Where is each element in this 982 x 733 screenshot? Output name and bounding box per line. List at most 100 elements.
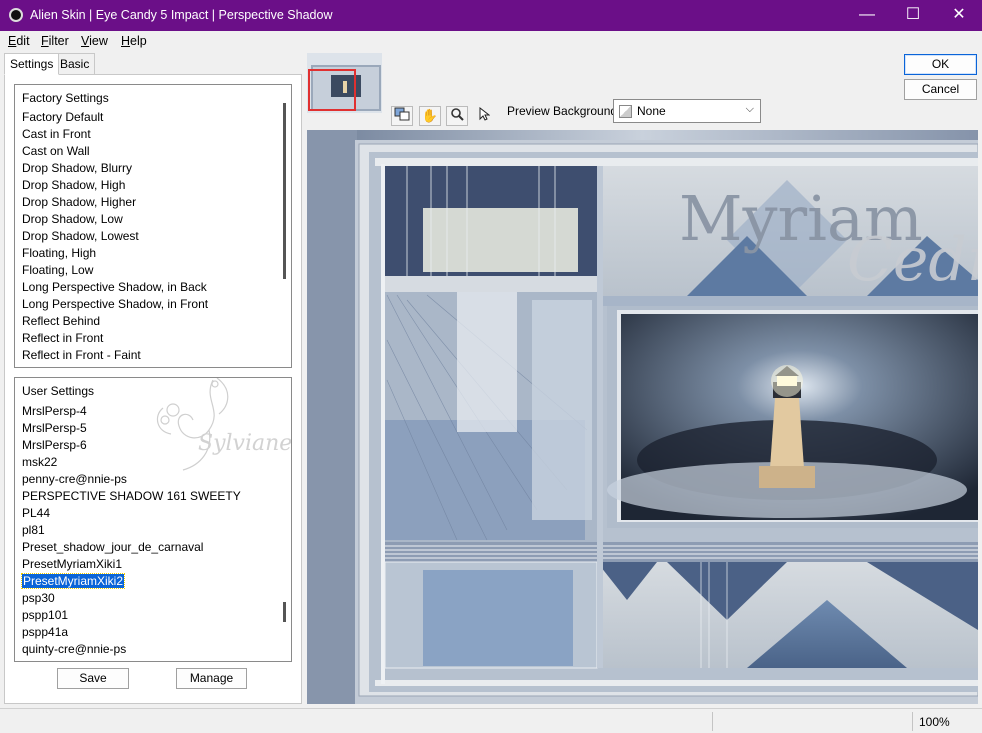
factory-setting-item[interactable]: Factory Default	[22, 109, 208, 126]
factory-setting-label: Reflect Behind	[22, 314, 101, 328]
user-setting-label: PresetMyriamXiki1	[22, 557, 123, 571]
factory-setting-label: Drop Shadow, Blurry	[22, 161, 133, 175]
status-separator	[912, 712, 913, 731]
user-setting-label: pspp41a	[22, 625, 69, 639]
factory-setting-label: Drop Shadow, High	[22, 178, 126, 192]
menu-help-label: elp	[130, 34, 147, 48]
zoom-level: 100%	[919, 715, 950, 729]
user-setting-label: PL44	[22, 506, 51, 520]
factory-setting-label: Long Perspective Shadow, in Front	[22, 297, 209, 311]
factory-settings-list[interactable]: Factory Settings Factory Default Cast in …	[14, 84, 292, 368]
factory-setting-item[interactable]: Drop Shadow, Lowest	[22, 228, 208, 245]
user-settings-header: User Settings	[22, 384, 95, 398]
effect-preview-canvas[interactable]: Myriam Cedro	[307, 130, 978, 704]
user-setting-label: MrslPersp-6	[22, 438, 87, 452]
hand-icon: ✋	[421, 108, 439, 123]
factory-setting-item[interactable]: Cast on Wall	[22, 143, 208, 160]
user-setting-item[interactable]: pspp41a	[22, 624, 241, 641]
factory-setting-label: Drop Shadow, Higher	[22, 195, 137, 209]
factory-setting-item[interactable]: Drop Shadow, High	[22, 177, 208, 194]
menu-filter[interactable]: Filter	[41, 34, 69, 48]
factory-setting-label: Floating, High	[22, 246, 97, 260]
user-settings-list[interactable]: User Settings MrslPersp-4 MrslPersp-5 Mrsl…	[14, 377, 292, 662]
user-setting-item[interactable]: pl81	[22, 522, 241, 539]
user-setting-item[interactable]: pspp101	[22, 607, 241, 624]
factory-setting-item[interactable]: Floating, High	[22, 245, 208, 262]
factory-setting-item[interactable]: Drop Shadow, Blurry	[22, 160, 208, 177]
save-button[interactable]: Save	[57, 668, 129, 689]
factory-setting-item[interactable]: Cast in Front	[22, 126, 208, 143]
user-setting-item[interactable]: PresetMyriamXiki2	[20, 573, 241, 590]
status-separator	[712, 712, 713, 731]
tab-settings[interactable]: Settings	[4, 53, 60, 75]
user-setting-label: pspp101	[22, 608, 69, 622]
factory-settings-header: Factory Settings	[22, 91, 109, 105]
magnifier-icon	[451, 108, 464, 121]
factory-setting-item[interactable]: Reflect in Front	[22, 330, 208, 347]
chevron-down-icon: ⌵	[745, 103, 754, 115]
user-setting-label: quinty-cre@nnie-ps	[22, 642, 127, 656]
factory-setting-item[interactable]: Reflect in Front - Faint	[22, 347, 208, 364]
user-setting-label: PresetMyriamXiki2	[20, 573, 126, 589]
factory-setting-item[interactable]: Reflect Behind	[22, 313, 208, 330]
ok-button[interactable]: OK	[904, 54, 977, 75]
menu-help-accelerator: H	[121, 34, 131, 48]
minimize-button[interactable]: —	[844, 0, 890, 31]
factory-setting-label: Drop Shadow, Low	[22, 212, 123, 226]
factory-setting-label: Cast on Wall	[22, 144, 90, 158]
zoom-tool-button[interactable]	[446, 106, 468, 126]
factory-list-scrollbar[interactable]	[283, 103, 286, 279]
status-bar: 100%	[0, 708, 982, 733]
user-setting-label: msk22	[22, 455, 58, 469]
alien-skin-app-icon	[9, 8, 23, 22]
user-setting-label: MrslPersp-4	[22, 404, 87, 418]
factory-setting-label: Reflect in Front - Faint	[22, 348, 141, 362]
window-title: Alien Skin | Eye Candy 5 Impact | Perspe…	[30, 8, 333, 22]
user-setting-item[interactable]: quinty-cre@nnie-ps	[22, 641, 241, 658]
factory-setting-label: Floating, Low	[22, 263, 94, 277]
user-list-scrollbar[interactable]	[283, 602, 286, 622]
user-setting-label: Preset_shadow_jour_de_carnaval	[22, 540, 204, 554]
factory-setting-item[interactable]: Floating, Low	[22, 262, 208, 279]
preview-artwork: Myriam Cedro	[307, 130, 978, 704]
manage-button[interactable]: Manage	[176, 668, 247, 689]
navigator-thumbnail[interactable]	[307, 53, 382, 113]
menu-view[interactable]: View	[81, 34, 108, 48]
zoom-fit-button[interactable]	[391, 106, 413, 126]
menu-filter-accelerator: F	[41, 34, 49, 48]
hand-tool-button[interactable]: ✋	[419, 106, 441, 126]
menu-view-label: iew	[89, 34, 108, 48]
factory-setting-label: Cast in Front	[22, 127, 91, 141]
navigator-thumbnail-image	[307, 53, 382, 113]
menu-view-accelerator: V	[81, 34, 90, 48]
user-setting-item[interactable]: PL44	[22, 505, 241, 522]
menu-edit[interactable]: Edit	[8, 34, 30, 48]
user-setting-item[interactable]: psp30	[22, 590, 241, 607]
factory-setting-item[interactable]: Drop Shadow, Higher	[22, 194, 208, 211]
factory-settings-items: Factory Default Cast in Front Cast on Wall…	[22, 109, 208, 364]
preview-background-select[interactable]: None ⌵	[613, 99, 761, 123]
user-setting-item[interactable]: PERSPECTIVE SHADOW 161 SWEETY	[22, 488, 241, 505]
user-setting-label: PERSPECTIVE SHADOW 161 SWEETY	[22, 489, 241, 503]
factory-setting-label: Reflect in Front	[22, 331, 104, 345]
factory-setting-item[interactable]: Long Perspective Shadow, in Front	[22, 296, 208, 313]
menu-bar: Edit Filter View Help	[0, 31, 982, 51]
user-setting-label: pl81	[22, 523, 45, 537]
select-tool-button[interactable]	[473, 106, 495, 126]
close-button[interactable]: ✕	[936, 0, 982, 31]
cancel-button[interactable]: Cancel	[904, 79, 977, 100]
preview-title-cedro: Cedro	[847, 225, 978, 295]
factory-setting-item[interactable]: Long Perspective Shadow, in Back	[22, 279, 208, 296]
arrow-pointer-icon	[479, 106, 491, 121]
user-setting-item[interactable]: PresetMyriamXiki1	[22, 556, 241, 573]
watermark-text: Sylviane	[198, 431, 292, 456]
tab-basic[interactable]: Basic	[54, 53, 96, 75]
menu-edit-label: dit	[16, 34, 30, 48]
user-setting-label: penny-cre@nnie-ps	[22, 472, 127, 486]
menu-help[interactable]: Help	[121, 34, 147, 48]
user-setting-item[interactable]: Preset_shadow_jour_de_carnaval	[22, 539, 241, 556]
factory-setting-item[interactable]: Drop Shadow, Low	[22, 211, 208, 228]
compare-icon	[394, 107, 410, 121]
maximize-button[interactable]: ☐	[890, 0, 936, 31]
menu-filter-label: ilter	[48, 34, 69, 48]
